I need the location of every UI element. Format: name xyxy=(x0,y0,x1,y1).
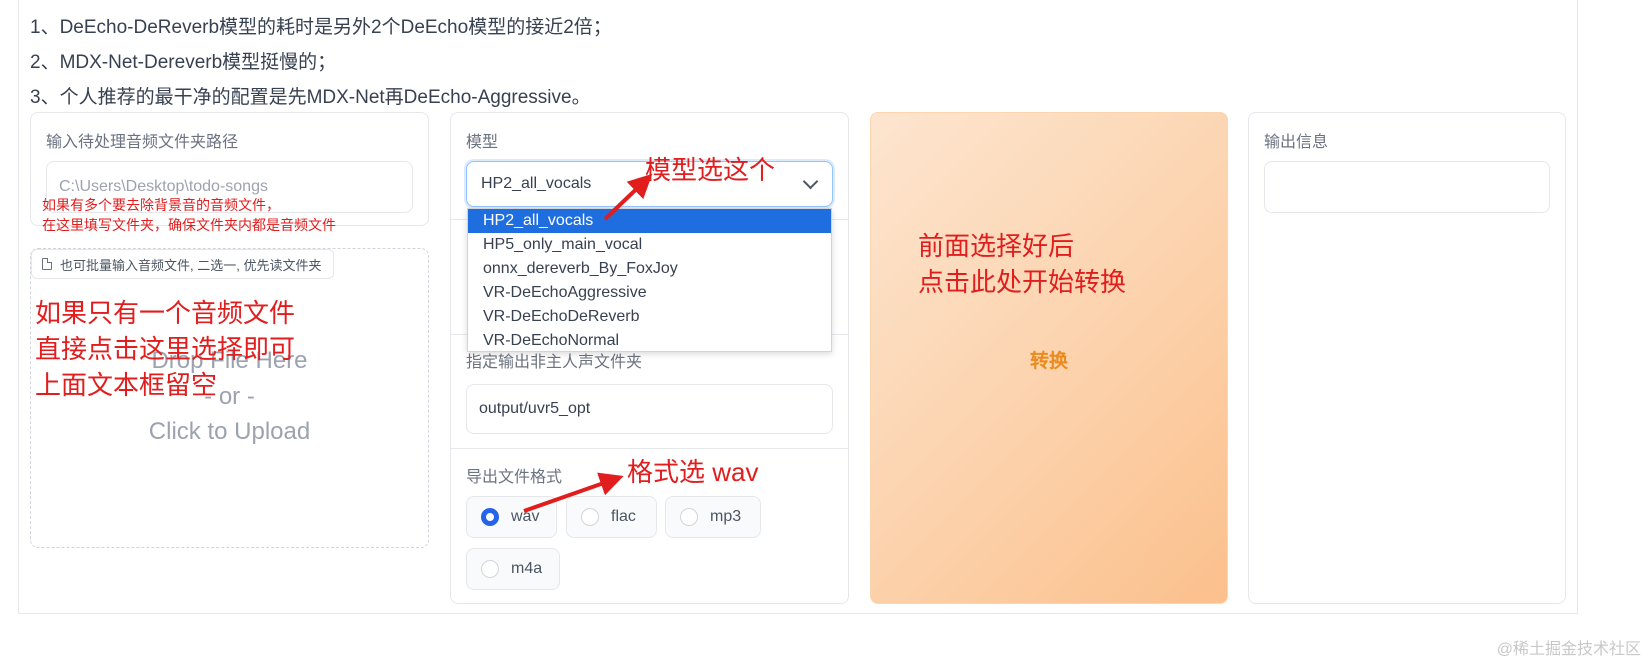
model-label: 模型 xyxy=(466,134,499,151)
radio-checked-icon xyxy=(481,508,499,526)
radio-unchecked-icon xyxy=(680,508,698,526)
output-dir-field[interactable]: output/uvr5_opt xyxy=(466,384,833,434)
notes-block: 1、DeEcho-DeReverb模型的耗时是另外2个DeEcho模型的接近2倍… xyxy=(30,10,612,115)
format-m4a-label: m4a xyxy=(511,560,543,577)
model-dropdown-list: HP2_all_vocals HP5_only_main_vocal onnx_… xyxy=(467,208,832,352)
annotation-single-line1: 如果只有一个音频文件 xyxy=(35,298,296,328)
format-radio-m4a[interactable]: m4a xyxy=(466,548,560,590)
input-folder-placeholder: C:\Users\Desktop\todo-songs xyxy=(59,178,268,195)
format-radio-wav[interactable]: wav xyxy=(466,496,557,538)
model-option-deecho-normal[interactable]: VR-DeEchoNormal xyxy=(468,329,831,353)
annotation-folder-line1: 如果有多个要去除背景音的音频文件， xyxy=(42,197,280,213)
output-info-label: 输出信息 xyxy=(1264,134,1329,151)
convert-button[interactable]: 转换 xyxy=(870,112,1228,604)
watermark: @稀土掘金技术社区 xyxy=(1496,641,1641,658)
format-label: 导出文件格式 xyxy=(466,469,563,486)
note-3: 3、个人推荐的最干净的配置是先MDX-Net再DeEcho-Aggressive… xyxy=(30,87,591,108)
model-option-hp2[interactable]: HP2_all_vocals xyxy=(468,209,831,233)
drop-text-line3: Click to Upload xyxy=(148,418,311,445)
upload-chip-label: 也可批量输入音频文件, 二选一, 优先读文件夹 xyxy=(60,257,322,273)
model-option-hp5[interactable]: HP5_only_main_vocal xyxy=(468,233,831,257)
annotation-folder-line2: 在这里填写文件夹，确保文件夹内都是音频文件 xyxy=(42,217,336,233)
file-icon xyxy=(42,258,52,270)
convert-button-label: 转换 xyxy=(1029,351,1068,372)
input-folder-label: 输入待处理音频文件夹路径 xyxy=(46,134,239,151)
note-1: 1、DeEcho-DeReverb模型的耗时是另外2个DeEcho模型的接近2倍… xyxy=(30,17,612,38)
chevron-down-icon[interactable] xyxy=(802,173,819,190)
annotation-format-pick: 格式选 wav xyxy=(627,457,759,487)
output-dir-value: output/uvr5_opt xyxy=(479,400,591,417)
format-radio-flac[interactable]: flac xyxy=(566,496,657,538)
model-option-onnx-dereverb[interactable]: onnx_dereverb_By_FoxJoy xyxy=(468,257,831,281)
annotation-model-pick: 模型选这个 xyxy=(645,155,776,185)
annotation-convert-line1: 前面选择好后 xyxy=(918,231,1075,261)
annotation-single-line2: 直接点击这里选择即可 xyxy=(35,334,296,364)
settings-divider-3 xyxy=(451,448,848,449)
note-2: 2、MDX-Net-Dereverb模型挺慢的； xyxy=(30,52,337,73)
format-radio-mp3[interactable]: mp3 xyxy=(665,496,761,538)
format-flac-label: flac xyxy=(611,508,636,525)
model-option-deecho-dereverb[interactable]: VR-DeEchoDeReverb xyxy=(468,305,831,329)
annotation-single-line3: 上面文本框留空 xyxy=(35,370,218,400)
format-mp3-label: mp3 xyxy=(710,508,742,525)
output-info-field[interactable] xyxy=(1264,161,1550,213)
format-wav-label: wav xyxy=(511,508,540,525)
upload-chip: 也可批量输入音频文件, 二选一, 优先读文件夹 xyxy=(31,249,335,279)
model-select-value: HP2_all_vocals xyxy=(481,175,592,192)
model-option-deecho-aggressive[interactable]: VR-DeEchoAggressive xyxy=(468,281,831,305)
radio-unchecked-icon xyxy=(581,508,599,526)
radio-unchecked-icon xyxy=(481,560,499,578)
annotation-convert-line2: 点击此处开始转换 xyxy=(918,267,1127,297)
